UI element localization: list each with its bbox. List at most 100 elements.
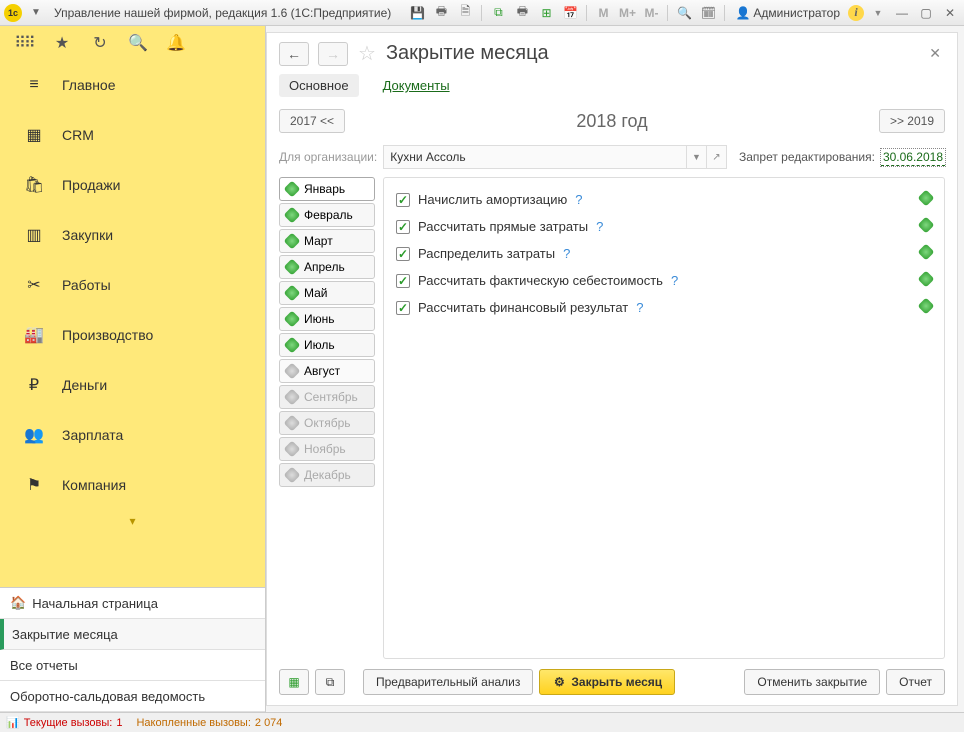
sidebar-item-label: Закупки: [62, 227, 113, 243]
settings-button[interactable]: ▦: [279, 669, 309, 695]
operation-checkbox[interactable]: ✓: [396, 274, 410, 288]
perf-icon[interactable]: 📊: [6, 716, 20, 729]
operation-status-icon: [920, 300, 932, 315]
sidebar-item-salary[interactable]: 👥Зарплата: [0, 410, 265, 460]
month-item[interactable]: Август: [279, 359, 375, 383]
favorite-star-icon[interactable]: ☆: [358, 41, 376, 66]
month-label: Февраль: [304, 208, 353, 222]
titlebar: 1c ▼ Управление нашей фирмой, редакция 1…: [0, 0, 964, 26]
tab-month-close[interactable]: Закрытие месяца: [0, 619, 265, 650]
current-calls-value: 1: [116, 717, 122, 729]
favorite-icon[interactable]: ★: [52, 33, 72, 53]
sidebar-item-sales[interactable]: 🛍Продажи: [0, 160, 265, 210]
print-icon[interactable]: 🖶: [431, 4, 451, 22]
sidebar-item-crm[interactable]: ▦CRM: [0, 110, 265, 160]
org-open-button[interactable]: ↗: [707, 145, 727, 169]
prev-year-button[interactable]: 2017 <<: [279, 109, 345, 133]
tab-main[interactable]: Основное: [279, 74, 359, 97]
memory-m-button[interactable]: M: [593, 4, 613, 22]
help-icon[interactable]: ?: [671, 273, 678, 288]
month-item[interactable]: Ноябрь: [279, 437, 375, 461]
month-label: Август: [304, 364, 340, 378]
tab-home[interactable]: 🏠Начальная страница: [0, 588, 265, 619]
preview-button[interactable]: Предварительный анализ: [363, 669, 533, 695]
month-item[interactable]: Март: [279, 229, 375, 253]
operation-checkbox[interactable]: ✓: [396, 193, 410, 207]
attach-icon[interactable]: 🗓: [698, 4, 718, 22]
month-item[interactable]: Декабрь: [279, 463, 375, 487]
sidebar-item-works[interactable]: ✂Работы: [0, 260, 265, 310]
factory-icon: 🏭: [24, 325, 44, 345]
memory-mminus-button[interactable]: M-: [641, 4, 661, 22]
print-preview-icon[interactable]: 🗎: [455, 4, 475, 22]
operation-checkbox[interactable]: ✓: [396, 301, 410, 315]
app-menu-dropdown[interactable]: ▼: [26, 4, 46, 22]
copy-button[interactable]: ⧉: [315, 669, 345, 695]
sidebar-item-money[interactable]: ₽Деньги: [0, 360, 265, 410]
operation-status-icon: [920, 192, 932, 207]
history-icon[interactable]: ↻: [90, 33, 110, 53]
nav-forward-button[interactable]: →: [318, 42, 348, 66]
tab-all-reports[interactable]: Все отчеты: [0, 650, 265, 681]
org-field[interactable]: Кухни Ассоль: [383, 145, 687, 169]
sidebar-item-company[interactable]: ⚑Компания: [0, 460, 265, 510]
sidebar-collapse-button[interactable]: ▾: [0, 510, 265, 532]
zoom-icon[interactable]: 🔍: [674, 4, 694, 22]
main-footer: ▦ ⧉ Предварительный анализ ⚙Закрыть меся…: [267, 659, 957, 705]
sidebar-item-production[interactable]: 🏭Производство: [0, 310, 265, 360]
org-dropdown-button[interactable]: ▼: [687, 145, 707, 169]
close-window-button[interactable]: ✕: [940, 4, 960, 22]
cancel-close-button[interactable]: Отменить закрытие: [744, 669, 880, 695]
search-icon[interactable]: 🔍: [128, 33, 148, 53]
month-item[interactable]: Июнь: [279, 307, 375, 331]
close-panel-button[interactable]: ✕: [925, 41, 945, 66]
help-icon[interactable]: ?: [636, 300, 643, 315]
lock-date-link[interactable]: 30.06.2018: [881, 149, 945, 166]
apps-icon[interactable]: ⠿⠿: [14, 33, 34, 53]
sidebar-item-main[interactable]: ≡Главное: [0, 60, 265, 110]
tab-balance-sheet[interactable]: Оборотно-сальдовая ведомость: [0, 681, 265, 712]
operation-checkbox[interactable]: ✓: [396, 220, 410, 234]
help-icon[interactable]: ?: [575, 192, 582, 207]
close-month-button[interactable]: ⚙Закрыть месяц: [539, 669, 675, 695]
calculator-icon[interactable]: ⊞: [536, 4, 556, 22]
maximize-button[interactable]: ▢: [916, 4, 936, 22]
month-label: Октябрь: [304, 416, 351, 430]
month-item[interactable]: Апрель: [279, 255, 375, 279]
minimize-button[interactable]: —: [892, 4, 912, 22]
help-icon[interactable]: ?: [596, 219, 603, 234]
month-item[interactable]: Май: [279, 281, 375, 305]
operation-checkbox[interactable]: ✓: [396, 247, 410, 261]
sidebar-item-purchases[interactable]: ▥Закупки: [0, 210, 265, 260]
operation-status-icon: [920, 246, 932, 261]
memory-mplus-button[interactable]: M+: [617, 4, 637, 22]
info-dropdown[interactable]: ▼: [868, 4, 888, 22]
sidebar: ⠿⠿ ★ ↻ 🔍 🔔 ≡Главное ▦CRM 🛍Продажи ▥Закуп…: [0, 26, 266, 712]
status-dot-icon: [284, 233, 301, 250]
save-icon[interactable]: 💾: [407, 4, 427, 22]
info-icon[interactable]: i: [848, 5, 864, 21]
status-dot-icon: [284, 311, 301, 328]
money-icon: ₽: [24, 375, 44, 395]
calendar-icon[interactable]: 📅: [560, 4, 580, 22]
help-icon[interactable]: ?: [563, 246, 570, 261]
month-item[interactable]: Сентябрь: [279, 385, 375, 409]
print2-icon[interactable]: 🖶: [512, 4, 532, 22]
month-item[interactable]: Июль: [279, 333, 375, 357]
tab-label: Оборотно-сальдовая ведомость: [10, 689, 205, 704]
month-item[interactable]: Февраль: [279, 203, 375, 227]
tab-documents[interactable]: Документы: [373, 74, 460, 97]
sidebar-open-tabs: 🏠Начальная страница Закрытие месяца Все …: [0, 587, 265, 712]
next-year-button[interactable]: >> 2019: [879, 109, 945, 133]
notifications-icon[interactable]: 🔔: [166, 33, 186, 53]
month-item[interactable]: Октябрь: [279, 411, 375, 435]
nav-back-button[interactable]: ←: [279, 42, 309, 66]
report-button[interactable]: Отчет: [886, 669, 945, 695]
sidebar-nav: ≡Главное ▦CRM 🛍Продажи ▥Закупки ✂Работы …: [0, 60, 265, 587]
month-item[interactable]: Январь: [279, 177, 375, 201]
operation-row: ✓Рассчитать финансовый результат?: [394, 294, 934, 321]
user-menu[interactable]: 👤 Администратор: [731, 6, 844, 20]
compare-icon[interactable]: ⧉: [488, 4, 508, 22]
accumulated-calls-value: 2 074: [255, 717, 283, 729]
year-selector: 2017 << 2018 год >> 2019: [267, 105, 957, 141]
